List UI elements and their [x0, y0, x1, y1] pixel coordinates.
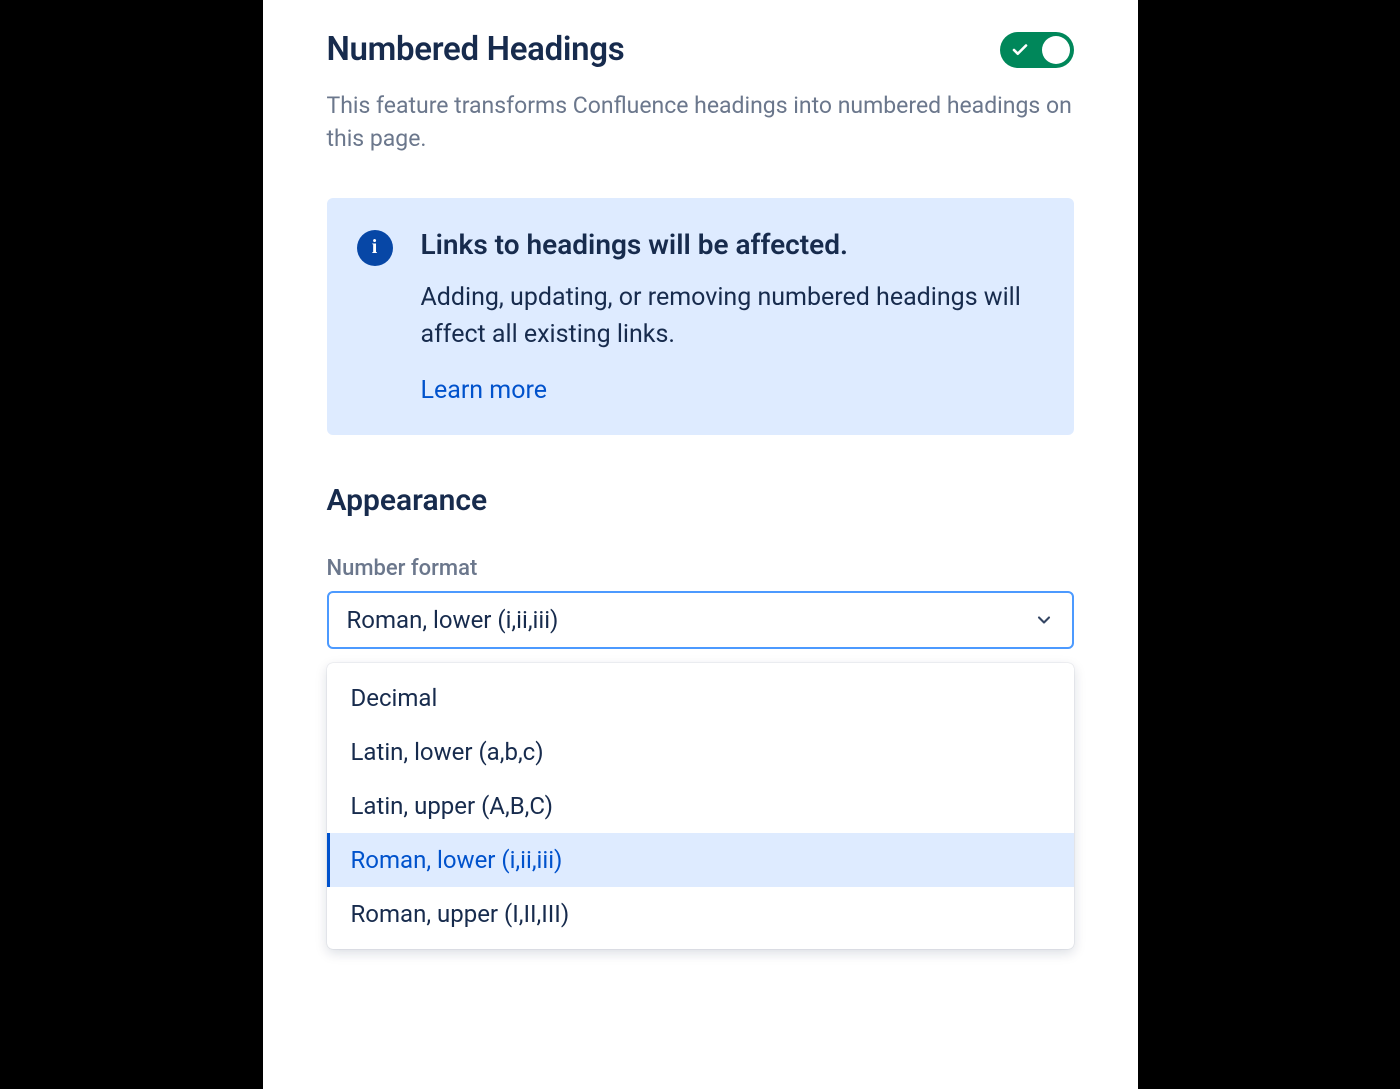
- number-format-option[interactable]: Roman, upper (I,II,III): [327, 887, 1074, 941]
- number-format-option[interactable]: Latin, lower (a,b,c): [327, 725, 1074, 779]
- settings-panel: Numbered Headings This feature transform…: [263, 0, 1138, 1089]
- info-banner: i Links to headings will be affected. Ad…: [327, 198, 1074, 435]
- number-format-option[interactable]: Latin, upper (A,B,C): [327, 779, 1074, 833]
- info-banner-title: Links to headings will be affected.: [421, 228, 1044, 261]
- toggle-knob: [1042, 36, 1070, 64]
- learn-more-link[interactable]: Learn more: [421, 376, 547, 405]
- appearance-section-title: Appearance: [327, 483, 1074, 518]
- checkmark-icon: [1011, 41, 1029, 59]
- feature-title: Numbered Headings: [327, 30, 625, 69]
- feature-header: Numbered Headings: [327, 30, 1074, 69]
- chevron-down-icon: [1034, 610, 1054, 630]
- info-content: Links to headings will be affected. Addi…: [421, 228, 1044, 405]
- number-format-option[interactable]: Roman, lower (i,ii,iii): [327, 833, 1074, 887]
- number-format-dropdown: Decimal Latin, lower (a,b,c) Latin, uppe…: [327, 663, 1074, 949]
- number-format-select[interactable]: Roman, lower (i,ii,iii): [327, 591, 1074, 649]
- number-format-label: Number format: [327, 556, 1074, 581]
- number-format-selected-value: Roman, lower (i,ii,iii): [347, 606, 559, 634]
- info-banner-description: Adding, updating, or removing numbered h…: [421, 279, 1044, 354]
- number-format-option[interactable]: Decimal: [327, 671, 1074, 725]
- feature-toggle[interactable]: [1000, 32, 1074, 68]
- info-icon: i: [357, 230, 393, 266]
- feature-description: This feature transforms Confluence headi…: [327, 89, 1074, 156]
